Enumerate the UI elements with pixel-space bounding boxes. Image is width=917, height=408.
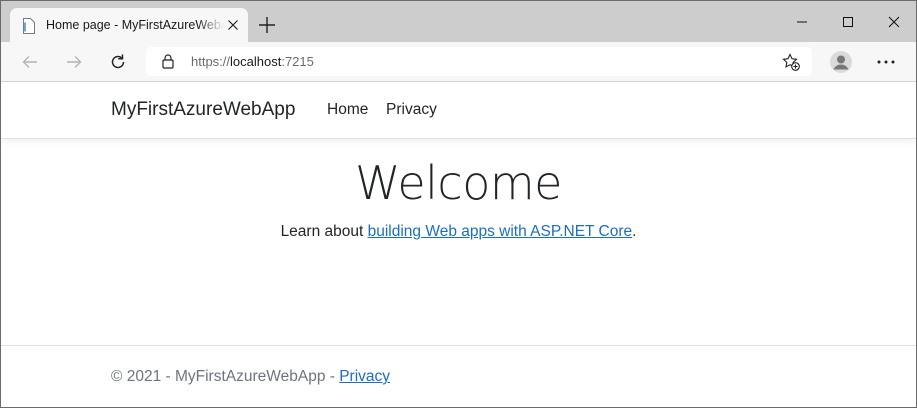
- maximize-button[interactable]: [825, 1, 871, 42]
- browser-toolbar: https://localhost:7215: [1, 42, 916, 82]
- footer-copyright: © 2021 - MyFirstAzureWebApp -: [111, 368, 340, 385]
- url-port: :7215: [281, 54, 314, 69]
- web-page: MyFirstAzureWebApp Home Privacy Welcome …: [1, 82, 916, 407]
- site-navbar: MyFirstAzureWebApp Home Privacy: [1, 82, 916, 139]
- refresh-button[interactable]: [105, 49, 131, 75]
- nav-link-privacy[interactable]: Privacy: [386, 101, 437, 119]
- forward-arrow-icon: [67, 56, 82, 68]
- address-bar[interactable]: https://localhost:7215: [146, 47, 812, 76]
- lead-text: Learn about building Web apps with ASP.N…: [1, 223, 916, 241]
- more-icon[interactable]: [874, 50, 898, 74]
- refresh-icon: [111, 54, 125, 69]
- star-add-icon[interactable]: [782, 53, 800, 71]
- navbar-brand[interactable]: MyFirstAzureWebApp: [111, 99, 295, 121]
- close-icon: [888, 16, 900, 28]
- page-title: Welcome: [355, 156, 562, 210]
- minimize-button[interactable]: [779, 1, 825, 42]
- nav-link-home[interactable]: Home: [327, 101, 368, 119]
- minimize-icon: [797, 21, 807, 23]
- tab-close-icon[interactable]: [227, 19, 239, 31]
- browser-window: Home page - MyFirstAzureWebApp https://l…: [0, 0, 917, 408]
- lead-prefix: Learn about: [280, 223, 368, 240]
- tab-title: Home page - MyFirstAzureWebApp: [46, 18, 224, 32]
- url-host: localhost: [230, 54, 282, 69]
- forward-button[interactable]: [61, 49, 87, 75]
- profile-icon[interactable]: [829, 50, 853, 74]
- aspnet-docs-link[interactable]: building Web apps with ASP.NET Core: [368, 223, 633, 240]
- back-button[interactable]: [17, 49, 43, 75]
- lock-icon[interactable]: [162, 54, 174, 69]
- maximize-icon: [843, 17, 853, 27]
- new-tab-plus-icon[interactable]: [258, 16, 276, 34]
- browser-tab[interactable]: Home page - MyFirstAzureWebApp: [10, 8, 248, 42]
- footer-divider: [1, 345, 916, 346]
- tab-strip: Home page - MyFirstAzureWebApp: [1, 1, 916, 42]
- site-footer: © 2021 - MyFirstAzureWebApp - Privacy: [111, 368, 390, 386]
- url-text[interactable]: https://localhost:7215: [191, 54, 314, 69]
- footer-privacy-link[interactable]: Privacy: [339, 368, 390, 385]
- close-window-button[interactable]: [871, 1, 916, 42]
- page-icon: [23, 18, 35, 34]
- lead-suffix: .: [632, 223, 637, 240]
- back-arrow-icon: [22, 56, 37, 68]
- url-scheme: https://: [191, 54, 231, 69]
